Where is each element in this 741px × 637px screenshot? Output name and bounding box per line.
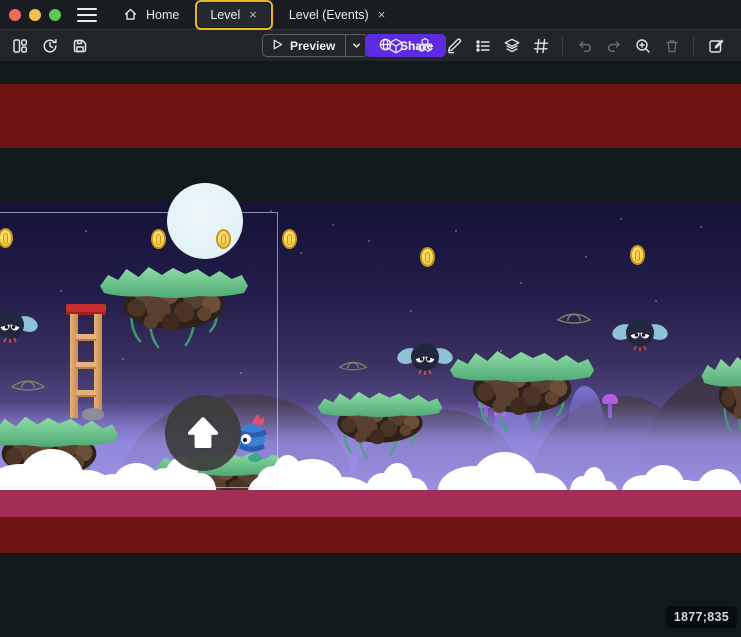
object-groups-icon[interactable] — [413, 34, 436, 57]
delete-icon[interactable] — [660, 34, 683, 57]
star — [455, 230, 457, 232]
redo-icon[interactable] — [602, 34, 625, 57]
scene — [0, 202, 741, 490]
island-instance[interactable] — [316, 386, 444, 464]
island-instance[interactable] — [700, 350, 741, 445]
grid-icon[interactable] — [529, 34, 552, 57]
home-icon — [123, 7, 138, 22]
instances-list-icon[interactable] — [471, 34, 494, 57]
coin-instance[interactable] — [420, 247, 435, 267]
tab-label: Level — [210, 8, 240, 22]
panels-icon[interactable] — [8, 34, 31, 57]
edit-scene-icon[interactable] — [704, 34, 727, 57]
star — [368, 240, 370, 242]
app-window: Home Level × Level (Events) × — [0, 0, 741, 637]
bat-instance[interactable] — [397, 338, 453, 380]
save-icon[interactable] — [68, 34, 91, 57]
toolbar-separator — [693, 37, 694, 55]
close-tab-icon[interactable]: × — [248, 7, 258, 22]
minimize-window-button[interactable] — [29, 9, 41, 21]
star — [655, 300, 657, 302]
eye-instance[interactable] — [556, 310, 592, 328]
star — [620, 218, 622, 220]
tab-level[interactable]: Level × — [198, 3, 269, 27]
island-instance[interactable] — [448, 344, 596, 439]
editor-toolbar: Preview Share — [0, 30, 741, 61]
layers-icon[interactable] — [500, 34, 523, 57]
preview-button[interactable]: Preview — [262, 34, 368, 57]
tutorial-highlight: Level × — [195, 0, 272, 30]
coin-instance[interactable] — [282, 229, 297, 249]
level-border-band-bottom — [0, 517, 741, 553]
window-controls — [0, 9, 71, 21]
star — [700, 226, 702, 228]
cursor-coordinates-badge: 1877;835 — [666, 606, 737, 628]
eye-instance[interactable] — [338, 359, 368, 374]
toolbar-left-group — [8, 30, 91, 61]
selection-rectangle[interactable] — [0, 212, 278, 488]
title-bar: Home Level × Level (Events) × — [0, 0, 741, 30]
history-icon[interactable] — [38, 34, 61, 57]
star — [520, 282, 522, 284]
edit-icon[interactable] — [442, 34, 465, 57]
tab-label: Home — [146, 8, 179, 22]
close-tab-icon[interactable]: × — [377, 7, 387, 22]
objects-3d-icon[interactable] — [384, 34, 407, 57]
close-window-button[interactable] — [9, 9, 21, 21]
star — [300, 252, 302, 254]
tab-label: Level (Events) — [289, 8, 369, 22]
star — [585, 256, 587, 258]
toolbar-separator — [562, 37, 563, 55]
bat-instance[interactable] — [612, 314, 668, 356]
toolbar-right-group — [384, 30, 727, 61]
level-border-band-crimson — [0, 490, 741, 517]
tab-level-events[interactable]: Level (Events) × — [277, 3, 399, 27]
preview-label: Preview — [290, 39, 335, 53]
main-menu-icon[interactable] — [77, 8, 97, 22]
undo-icon[interactable] — [573, 34, 596, 57]
scene-editor-canvas[interactable]: 1877;835 — [0, 61, 741, 637]
level-border-band-top — [0, 84, 741, 148]
play-icon — [271, 38, 284, 54]
tab-bar: Home Level × Level (Events) × — [111, 0, 398, 29]
maximize-window-button[interactable] — [49, 9, 61, 21]
coin-instance[interactable] — [630, 245, 645, 265]
zoom-in-icon[interactable] — [631, 34, 654, 57]
tab-home[interactable]: Home — [111, 3, 191, 27]
star — [332, 224, 334, 226]
star — [410, 310, 412, 312]
